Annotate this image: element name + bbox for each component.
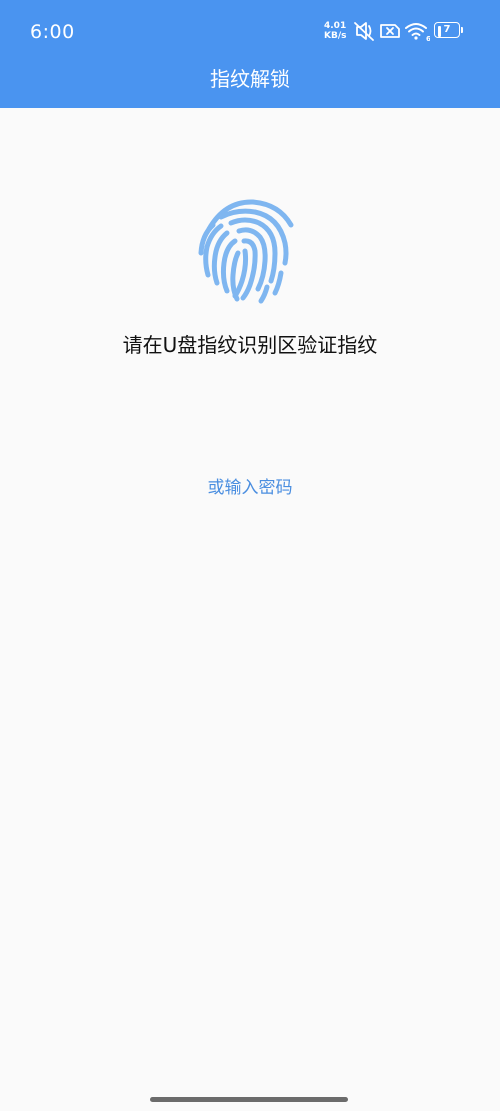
battery-nub: [461, 27, 463, 33]
fingerprint-icon: [198, 199, 294, 304]
fingerprint-prompt: 请在U盘指纹识别区验证指纹: [122, 333, 378, 357]
network-speed-value: 4.01: [324, 21, 347, 31]
sim-icon: [380, 24, 400, 38]
home-indicator[interactable]: [150, 1097, 348, 1102]
mute-icon: [354, 22, 374, 41]
app-header: 6:00 4.01 KB/s 6 7 指纹解锁: [0, 0, 500, 108]
enter-password-link[interactable]: 或输入密码: [150, 474, 350, 502]
network-speed: 4.01 KB/s: [324, 21, 350, 41]
battery-level: 7: [443, 24, 451, 35]
svg-text:6: 6: [426, 35, 430, 42]
wifi-icon: 6: [405, 23, 430, 42]
battery-icon: 7: [434, 22, 464, 40]
page-title: 指纹解锁: [210, 67, 290, 91]
status-bar: 6:00 4.01 KB/s 6 7: [0, 0, 500, 62]
network-speed-unit: KB/s: [324, 31, 347, 41]
status-time: 6:00: [30, 21, 75, 43]
